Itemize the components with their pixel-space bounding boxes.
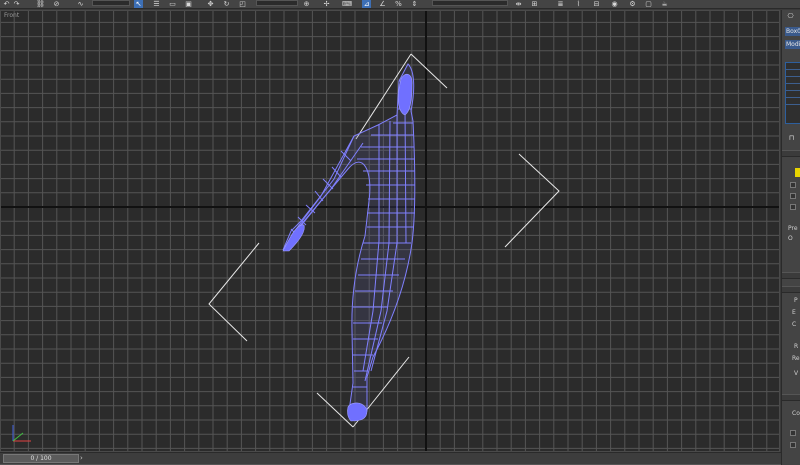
pin-stack-icon[interactable]: ⊓ [787,134,796,142]
time-slider-thumb[interactable]: 0 / 100 [3,454,79,463]
keyboard-shortcut-icon[interactable]: ⌨ [342,0,352,8]
panel-label: E [792,309,796,316]
human-wireframe-mesh[interactable] [282,63,416,412]
mirror-icon[interactable]: ⇹ [514,0,523,8]
viewport-label[interactable]: Front [4,12,19,19]
panel-label: Co [792,410,800,417]
render-setup-icon[interactable]: ⚙ [628,0,637,8]
next-frame-icon[interactable]: › [80,454,83,463]
object-color-swatch[interactable] [795,168,800,177]
rect-select-icon[interactable]: ▭ [168,0,177,8]
render-frame-icon[interactable]: ▢ [644,0,653,8]
render-icon[interactable]: ☕ [660,0,669,8]
modifier-stack-row[interactable] [786,77,800,84]
command-panel: ⎔ Box0 Modi ⊓ Pre O P E C R Re V Co [781,10,800,465]
window-crossing-icon[interactable]: ▣ [184,0,193,8]
curve-editor-icon[interactable]: ⌇ [574,0,583,8]
reference-coord-dropdown[interactable] [256,0,298,6]
unlink-icon[interactable]: ⊘ [52,0,61,8]
time-slider-bar: 0 / 100 › [0,452,781,465]
preview-label: Pre [788,225,798,232]
snap-icon[interactable]: ⊿ [362,0,371,8]
percent-snap-icon[interactable]: % [394,0,403,8]
align-icon[interactable]: ⊞ [530,0,539,8]
spinner-snap-icon[interactable]: ⇕ [410,0,419,8]
option-checkbox[interactable] [790,204,796,210]
select-icon[interactable]: ↖ [134,0,143,8]
rollout-header[interactable] [782,286,800,293]
bind-icon[interactable]: ∿ [76,0,85,8]
modifier-stack-row[interactable] [786,91,800,98]
option-checkbox[interactable] [790,193,796,199]
option-checkbox[interactable] [790,182,796,188]
panel-label: V [794,370,799,377]
main-toolbar: ↶ ↷ ⛓ ⊘ ∿ ↖ ☰ ▭ ▣ ✥ ↻ ◰ ⊕ ✢ ⌨ ⊿ ∠ % ⇕ ⇹ … [0,0,800,9]
rollout-header[interactable] [782,394,800,401]
select-by-name-icon[interactable]: ☰ [152,0,161,8]
schematic-icon[interactable]: ⊟ [592,0,601,8]
option-checkbox[interactable] [790,442,796,448]
modifier-stack-row[interactable] [786,63,800,70]
named-selection-dropdown[interactable] [432,0,508,6]
modifier-list-dropdown[interactable]: Modi [785,40,800,49]
pivot-icon[interactable]: ⊕ [302,0,311,8]
modifier-stack-row[interactable] [786,70,800,77]
select-filter-dropdown[interactable] [92,0,130,6]
front-viewport[interactable]: Front [0,10,780,452]
create-tab-icon[interactable]: ⎔ [786,12,795,20]
option-checkbox[interactable] [790,430,796,436]
modifier-stack-row[interactable] [786,84,800,91]
redo-icon[interactable]: ↷ [12,0,21,8]
rotate-icon[interactable]: ↻ [222,0,231,8]
angle-snap-icon[interactable]: ∠ [378,0,387,8]
panel-label: Re [792,355,800,362]
rollout-header[interactable] [782,272,800,279]
preview-radio[interactable]: O [788,235,793,242]
modifier-stack-row[interactable] [786,98,800,105]
viewport-canvas[interactable] [1,11,780,452]
link-icon[interactable]: ⛓ [36,0,45,8]
panel-label: R [794,343,799,350]
modifier-stack-list[interactable] [785,62,800,124]
panel-label: C [792,321,797,328]
panel-label: P [794,297,798,304]
manipulate-icon[interactable]: ✢ [322,0,331,8]
undo-icon[interactable]: ↶ [2,0,11,8]
layer-manager-icon[interactable]: ≣ [556,0,565,8]
object-name-field[interactable]: Box0 [785,27,800,36]
move-icon[interactable]: ✥ [206,0,215,8]
3d-editor-window: ↶ ↷ ⛓ ⊘ ∿ ↖ ☰ ▭ ▣ ✥ ↻ ◰ ⊕ ✢ ⌨ ⊿ ∠ % ⇕ ⇹ … [0,0,800,465]
material-editor-icon[interactable]: ◉ [610,0,619,8]
rollout-header[interactable] [782,150,800,157]
scale-icon[interactable]: ◰ [238,0,247,8]
